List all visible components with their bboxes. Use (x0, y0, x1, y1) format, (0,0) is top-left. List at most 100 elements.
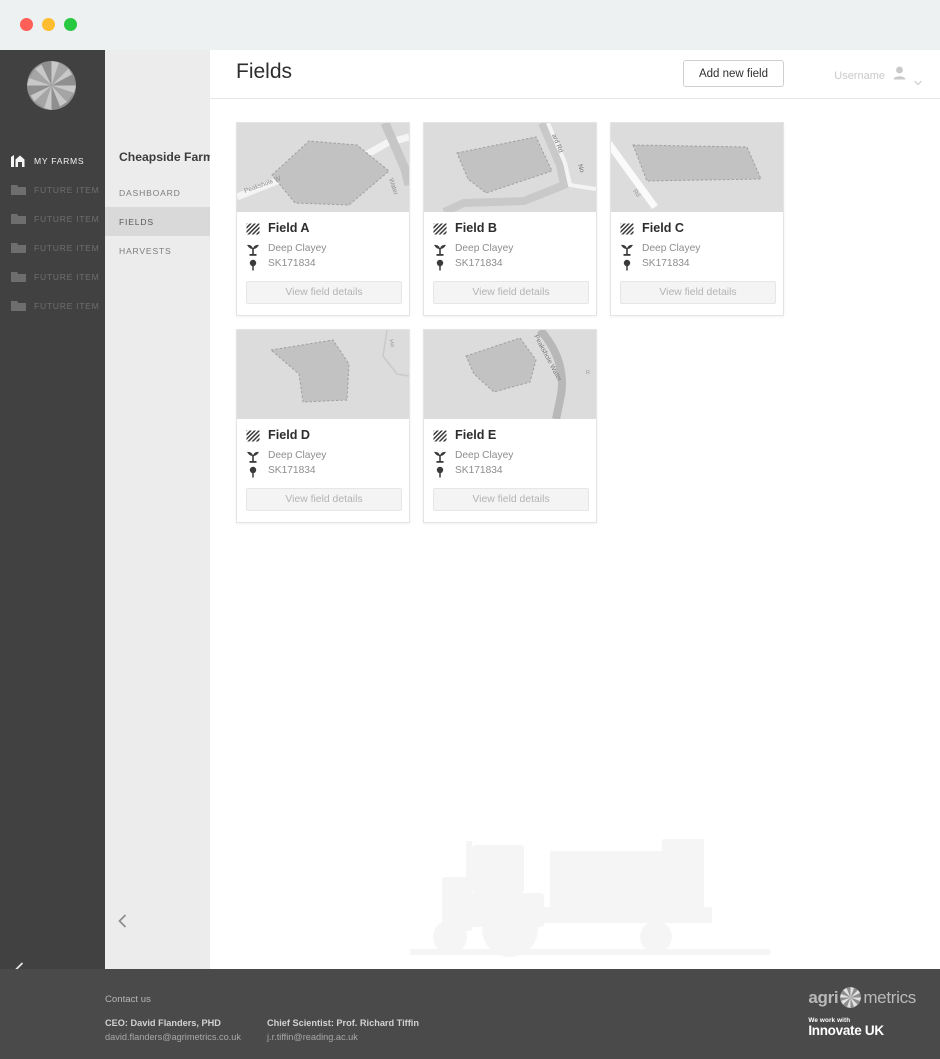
secondary-sidebar: Cheapside Farm DASHBOARD FIELDS HARVESTS (105, 50, 214, 969)
field-card[interactable]: Peakshole Water R Field E Deep Clayey SK… (423, 329, 597, 523)
collapse-secondary-sidebar-button[interactable] (113, 911, 133, 931)
field-soil-type: Deep Clayey (455, 450, 514, 461)
field-soil-type: Deep Clayey (268, 243, 327, 254)
user-avatar-icon (893, 66, 906, 85)
person-email[interactable]: j.r.tiffin@reading.ac.uk (267, 1031, 429, 1045)
field-name: Field A (268, 221, 310, 235)
field-grid-reference: SK171834 (455, 258, 503, 269)
agrimetrics-wordmark: agri metrics (808, 987, 916, 1008)
field-soil-type: Deep Clayey (268, 450, 327, 461)
primary-nav: MY FARMS FUTURE ITEM FUTURE ITEM FUTURE … (0, 146, 105, 320)
soil-plant-icon (433, 243, 447, 256)
soil-plant-icon (620, 243, 634, 256)
sidebar-item-future-1[interactable]: FUTURE ITEM (0, 175, 105, 204)
sidebar-item-label: FUTURE ITEM (34, 213, 100, 224)
field-name: Field E (455, 428, 497, 442)
close-window-button[interactable] (20, 18, 33, 31)
field-card-body: Field B Deep Clayey SK171834 View field … (424, 212, 596, 315)
username-label: Username (834, 69, 885, 82)
field-name-row: Field C (620, 221, 774, 235)
field-map-thumbnail[interactable]: Rd (611, 123, 783, 212)
field-soil-row: Deep Clayey (433, 448, 587, 463)
person-role: Chief Scientist: Prof. Richard Tiffin (267, 1018, 419, 1028)
field-hatch-icon (620, 222, 634, 235)
field-name-row: Field B (433, 221, 587, 235)
tractor-watermark (210, 789, 940, 969)
minimize-window-button[interactable] (42, 18, 55, 31)
field-name-row: Field A (246, 221, 400, 235)
footer-person: CEO: David Flanders, PHD david.flanders@… (105, 1017, 267, 1045)
field-soil-row: Deep Clayey (246, 448, 400, 463)
zoom-window-button[interactable] (64, 18, 77, 31)
field-grid-reference: SK171834 (268, 465, 316, 476)
agrimetrics-pinwheel-logo (840, 987, 862, 1008)
field-location-row: SK171834 (433, 463, 587, 478)
field-card[interactable]: Ho Field D Deep Clayey SK171834 View fie… (236, 329, 410, 523)
field-map-thumbnail[interactable]: ard Rd No (424, 123, 596, 212)
field-location-row: SK171834 (246, 463, 400, 478)
add-new-field-button[interactable]: Add new field (682, 60, 784, 87)
field-grid-reference: SK171834 (268, 258, 316, 269)
logo-text-agri: agri (808, 987, 839, 1007)
sidebar-item-dashboard[interactable]: DASHBOARD (105, 178, 210, 207)
sidebar-item-fields[interactable]: FIELDS (105, 207, 210, 236)
user-menu[interactable]: Username (834, 66, 922, 85)
view-field-details-button[interactable]: View field details (620, 281, 776, 304)
page-title: Fields (236, 60, 293, 83)
view-field-details-button[interactable]: View field details (246, 281, 402, 304)
field-card[interactable]: Peakshole W Water Field A Deep Clayey SK… (236, 122, 410, 316)
sidebar-item-label: FUTURE ITEM (34, 271, 100, 282)
view-field-details-button[interactable]: View field details (246, 488, 402, 511)
view-field-details-button[interactable]: View field details (433, 488, 589, 511)
person-email[interactable]: david.flanders@agrimetrics.co.uk (105, 1031, 267, 1045)
innovate-uk-badge: We work with Innovate UK (808, 1017, 916, 1038)
sidebar-item-label: FUTURE ITEM (34, 242, 100, 253)
footer-branding: agri metrics We work with Innovate UK (808, 987, 916, 1038)
innovate-uk-name: Innovate UK (808, 1023, 884, 1038)
field-card-body: Field E Deep Clayey SK171834 View field … (424, 419, 596, 522)
field-card-grid: Peakshole W Water Field A Deep Clayey SK… (236, 122, 926, 523)
page-footer: Contact us CEO: David Flanders, PHD davi… (105, 969, 940, 1059)
contact-us-link[interactable]: Contact us (105, 994, 151, 1005)
sidebar-item-harvests[interactable]: HARVESTS (105, 236, 210, 265)
sidebar-item-future-4[interactable]: FUTURE ITEM (0, 262, 105, 291)
field-name-row: Field E (433, 428, 587, 442)
sidebar-item-my-farms[interactable]: MY FARMS (0, 146, 105, 175)
primary-sidebar: MY FARMS FUTURE ITEM FUTURE ITEM FUTURE … (0, 50, 105, 1059)
soil-plant-icon (433, 450, 447, 463)
field-location-row: SK171834 (433, 256, 587, 271)
field-grid-reference: SK171834 (455, 465, 503, 476)
field-card[interactable]: ard Rd No Field B Deep Clayey SK171834 V… (423, 122, 597, 316)
soil-plant-icon (246, 243, 260, 256)
folder-icon (11, 299, 26, 312)
field-card-body: Field D Deep Clayey SK171834 View field … (237, 419, 409, 522)
person-role: CEO: David Flanders, PHD (105, 1018, 221, 1028)
field-card[interactable]: Rd Field C Deep Clayey SK171834 View fie… (610, 122, 784, 316)
sidebar-item-future-5[interactable]: FUTURE ITEM (0, 291, 105, 320)
folder-icon (11, 241, 26, 254)
field-soil-type: Deep Clayey (455, 243, 514, 254)
logo-text-metrics: metrics (863, 987, 916, 1007)
field-hatch-icon (246, 429, 260, 442)
field-soil-row: Deep Clayey (246, 241, 400, 256)
sidebar-item-future-3[interactable]: FUTURE ITEM (0, 233, 105, 262)
map-pin-icon (246, 258, 260, 270)
view-field-details-button[interactable]: View field details (433, 281, 589, 304)
agrimetrics-pinwheel-logo[interactable] (27, 61, 76, 110)
map-pin-icon (433, 258, 447, 270)
footer-people: CEO: David Flanders, PHD david.flanders@… (105, 1017, 429, 1045)
secondary-nav: DASHBOARD FIELDS HARVESTS (105, 178, 210, 265)
field-hatch-icon (433, 429, 447, 442)
field-card-body: Field C Deep Clayey SK171834 View field … (611, 212, 783, 315)
field-soil-row: Deep Clayey (620, 241, 774, 256)
traffic-lights (20, 18, 77, 31)
folder-icon (11, 183, 26, 196)
farm-name: Cheapside Farm (119, 150, 214, 164)
farm-icon (11, 154, 26, 167)
field-map-thumbnail[interactable]: Peakshole W Water (237, 123, 409, 212)
field-hatch-icon (433, 222, 447, 235)
map-pin-icon (246, 465, 260, 477)
field-map-thumbnail[interactable]: Peakshole Water R (424, 330, 596, 419)
sidebar-item-future-2[interactable]: FUTURE ITEM (0, 204, 105, 233)
field-map-thumbnail[interactable]: Ho (237, 330, 409, 419)
